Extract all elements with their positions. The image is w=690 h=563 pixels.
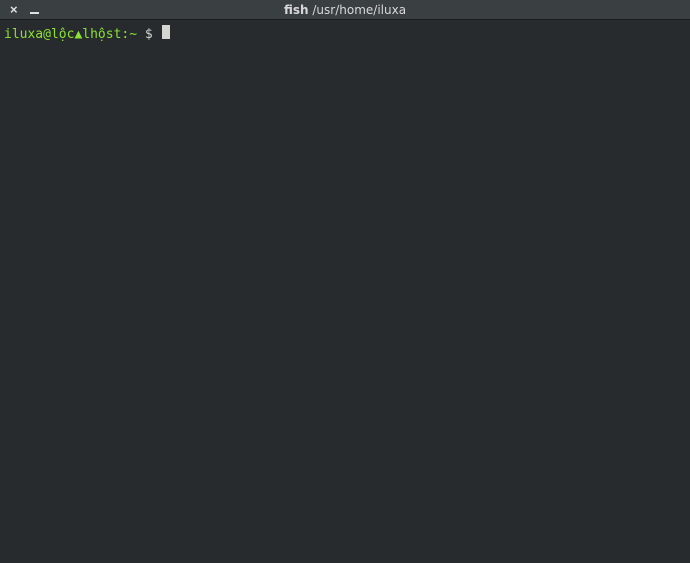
window-titlebar: × fish /usr/home/iluxa bbox=[0, 0, 690, 20]
window-title-app: fish bbox=[284, 3, 309, 17]
minimize-icon[interactable] bbox=[30, 4, 40, 16]
prompt-symbol: $ bbox=[137, 27, 160, 43]
prompt-user-host: iluxa@lộc▲lhộst:~ bbox=[4, 27, 137, 43]
titlebar-buttons: × bbox=[0, 3, 40, 16]
close-icon[interactable]: × bbox=[10, 3, 18, 16]
window-title: fish /usr/home/iluxa bbox=[0, 3, 690, 17]
window-title-path: /usr/home/iluxa bbox=[312, 3, 406, 17]
prompt-line: iluxa@lộc▲lhộst:~ $ bbox=[4, 24, 686, 43]
cursor-icon bbox=[162, 25, 170, 39]
terminal-viewport[interactable]: iluxa@lộc▲lhộst:~ $ bbox=[0, 20, 690, 563]
